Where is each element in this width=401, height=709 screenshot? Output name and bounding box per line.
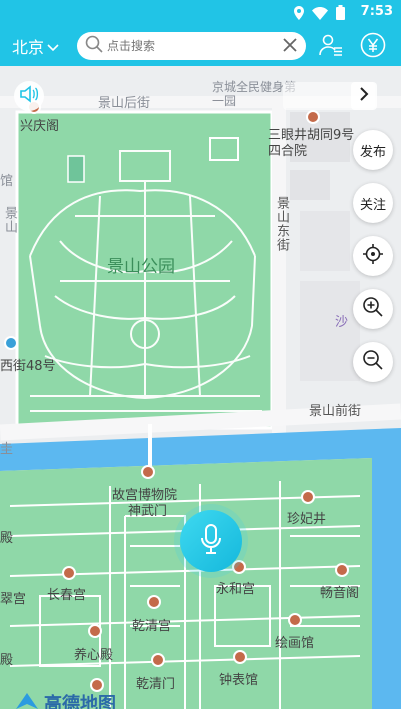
yen-button[interactable] <box>360 32 386 62</box>
chevron-right-icon <box>359 86 369 106</box>
poi-marker[interactable] <box>4 336 18 350</box>
label-left-edge-guan: 馆 <box>0 174 14 189</box>
search-input[interactable] <box>107 39 277 53</box>
voice-broadcast-button[interactable] <box>14 81 44 111</box>
zoom-in-button[interactable] <box>353 289 393 329</box>
status-bar: 7:53 <box>0 0 401 26</box>
voice-search-button[interactable] <box>180 510 242 572</box>
poi-marker[interactable] <box>62 566 76 580</box>
zoom-out-button[interactable] <box>353 342 393 382</box>
poi-marker[interactable] <box>335 563 349 577</box>
battery-icon <box>336 5 345 24</box>
label-qianqing-gate: 乾清门 <box>136 677 176 692</box>
label-yonghe-palace: 永和宫 <box>216 582 256 597</box>
label-left-edge-jingshan: 景山 <box>2 206 17 234</box>
yen-icon <box>360 32 386 62</box>
poi-marker[interactable] <box>301 490 315 504</box>
status-icons <box>294 5 345 24</box>
close-icon[interactable] <box>282 37 298 57</box>
publish-label: 发布 <box>359 144 386 160</box>
city-name: 北京 <box>12 38 45 57</box>
location-icon <box>294 5 304 24</box>
label-sanyan-hutong: 三眼井胡同9号四合院 <box>268 128 355 159</box>
poi-marker[interactable] <box>151 653 165 667</box>
label-jingshan-dongjie: 景山东街 <box>274 196 289 252</box>
speaker-icon <box>19 85 39 107</box>
follow-label: 关注 <box>359 197 386 213</box>
label-xijie48: 西街48号 <box>0 359 56 374</box>
poi-marker[interactable] <box>288 613 302 627</box>
poi-marker[interactable] <box>306 110 320 124</box>
locate-icon <box>362 243 384 269</box>
map-base <box>0 66 401 709</box>
label-shenwumen: 神武门 <box>128 504 168 519</box>
top-bar: 北京 <box>0 26 401 66</box>
amap-logo-text: 高德地图 <box>44 694 116 709</box>
label-jingshan-houjie: 景山后街 <box>98 96 151 111</box>
label-jingshan-park: 景山公园 <box>107 257 175 277</box>
status-time: 7:53 <box>360 4 393 19</box>
zoom-out-icon <box>362 349 384 375</box>
poi-marker[interactable] <box>147 595 161 609</box>
zoom-in-icon <box>362 296 384 322</box>
map-view[interactable]: 景山后街 兴庆阁 京城全民健身第一园 三眼井胡同9号四合院 景山公园 景山东街 … <box>0 66 401 709</box>
expand-button[interactable] <box>351 82 377 110</box>
user-list-button[interactable] <box>318 34 344 60</box>
chevron-down-icon <box>47 37 59 56</box>
label-huihua-hall: 绘画馆 <box>275 636 315 651</box>
wifi-icon <box>312 5 328 24</box>
label-changchun-palace: 长春宫 <box>47 588 87 603</box>
publish-button[interactable]: 发布 <box>353 130 393 170</box>
label-left-edge-cuigong: 翠宫 <box>0 592 27 607</box>
label-clock-hall: 钟表馆 <box>219 673 259 688</box>
search-box[interactable] <box>77 32 306 60</box>
user-list-icon <box>319 34 343 60</box>
label-shaxing: 沙 <box>335 315 349 330</box>
microphone-icon <box>199 523 223 559</box>
amap-logo-icon <box>14 691 40 709</box>
locate-button[interactable] <box>353 236 393 276</box>
label-left-edge-dian2: 殿 <box>0 653 14 668</box>
label-jingshan-qianjie: 景山前街 <box>309 404 362 419</box>
label-qianqing-palace: 乾清宫 <box>132 619 172 634</box>
label-xingqingge: 兴庆阁 <box>20 119 60 134</box>
label-left-edge-gui: 圭 <box>0 442 14 457</box>
poi-marker[interactable] <box>232 560 246 574</box>
search-icon <box>85 35 103 57</box>
follow-button[interactable]: 关注 <box>353 183 393 223</box>
poi-marker[interactable] <box>141 465 155 479</box>
amap-logo: 高德地图 <box>14 690 116 709</box>
label-yangxin-hall: 养心殿 <box>74 648 114 663</box>
label-zhenfei-well: 珍妃井 <box>287 512 327 527</box>
label-changyinge: 畅音阁 <box>320 586 360 601</box>
label-left-edge-dian1: 殿 <box>0 531 14 546</box>
poi-marker[interactable] <box>233 650 247 664</box>
poi-marker[interactable] <box>88 624 102 638</box>
city-selector[interactable]: 北京 <box>12 34 59 58</box>
